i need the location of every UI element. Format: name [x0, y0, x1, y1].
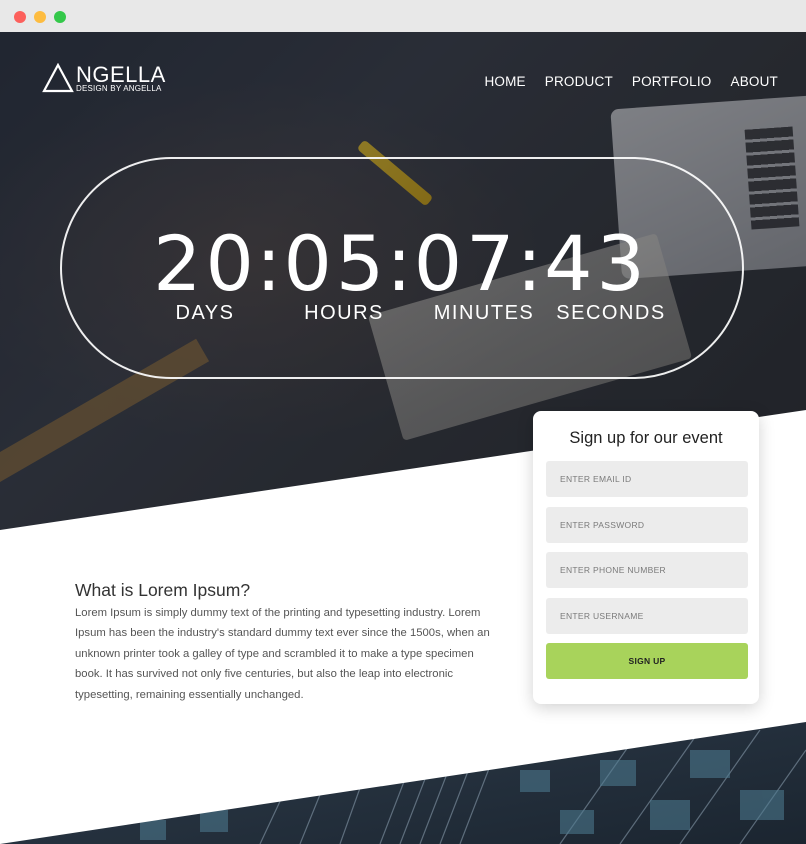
- countdown-separator: :: [516, 219, 547, 308]
- triangle-icon: [42, 63, 74, 93]
- nav-home[interactable]: HOME: [484, 74, 525, 89]
- logo-tagline: DESIGN BY ANGELLA: [76, 84, 162, 93]
- email-field[interactable]: [546, 461, 748, 497]
- close-window-button[interactable]: [14, 11, 26, 23]
- countdown-separator: :: [386, 219, 416, 308]
- countdown-seconds-label: SECONDS: [556, 302, 666, 324]
- article-body: Lorem Ipsum is simply dummy text of the …: [75, 607, 490, 701]
- countdown-minutes-label: MINUTES: [433, 302, 535, 324]
- countdown-separator: :: [255, 219, 286, 308]
- countdown-digits: 20:05:07:43: [0, 224, 804, 304]
- countdown-days-value: 20: [153, 219, 258, 308]
- article-title: What is Lorem Ipsum?: [75, 580, 251, 600]
- phone-number-field[interactable]: [546, 552, 748, 588]
- signup-title: Sign up for our event: [569, 429, 723, 447]
- nav-product[interactable]: PRODUCT: [545, 74, 613, 89]
- nav-about[interactable]: ABOUT: [730, 74, 778, 89]
- nav-portfolio[interactable]: PORTFOLIO: [632, 74, 712, 89]
- buildings-image: [0, 700, 806, 844]
- minimize-window-button[interactable]: [34, 11, 46, 23]
- maximize-window-button[interactable]: [54, 11, 66, 23]
- signup-card: Sign up for our event SIGN UP: [533, 411, 759, 704]
- countdown-seconds-value: 43: [544, 219, 649, 308]
- sign-up-button[interactable]: SIGN UP: [546, 643, 748, 679]
- countdown-hours-value: 05: [283, 219, 389, 308]
- browser-chrome: [0, 0, 806, 33]
- countdown-days-label: DAYS: [175, 302, 235, 324]
- main-nav: HOME PRODUCT PORTFOLIO ABOUT: [484, 74, 778, 89]
- countdown-minutes-value: 07: [413, 219, 519, 308]
- password-field[interactable]: [546, 507, 748, 543]
- username-field[interactable]: [546, 598, 748, 634]
- countdown-hours-label: HOURS: [304, 302, 384, 324]
